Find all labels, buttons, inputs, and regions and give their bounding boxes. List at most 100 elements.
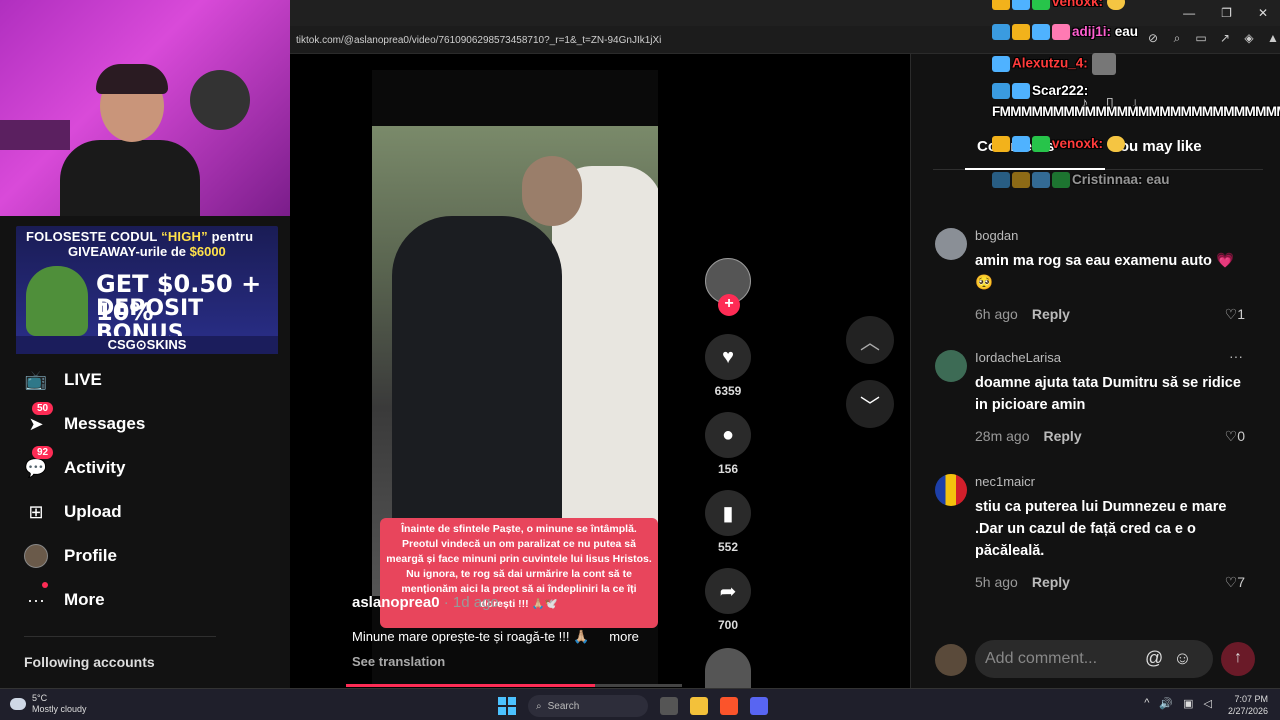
- comment-action[interactable]: ● 156: [704, 412, 752, 476]
- robot-icon: [1032, 172, 1050, 189]
- chevron-up-icon[interactable]: ︿: [846, 316, 894, 364]
- webcam-feed: [0, 0, 290, 216]
- weather-widget[interactable]: 5°C Mostly cloudy: [10, 693, 87, 715]
- comment-text: amin ma rog sa eau examenu auto 💗 🥺: [975, 253, 1234, 291]
- file-explorer-icon[interactable]: [690, 697, 708, 715]
- video-author[interactable]: aslanoprea0 · 1d ago: [352, 594, 499, 611]
- sword-icon: [992, 24, 1010, 41]
- messages-icon: ➤ 50: [24, 402, 54, 436]
- comment-text: doamne ajuta tata Dumitru să se ridice i…: [975, 375, 1241, 413]
- divider: [24, 636, 216, 637]
- see-translation-link[interactable]: See translation: [352, 654, 445, 669]
- emoji-icon[interactable]: ☺: [1173, 648, 1191, 669]
- microphone: [190, 70, 250, 130]
- comment-like[interactable]: ♡7: [1225, 574, 1245, 591]
- chat-message: venoxk:: [992, 0, 1127, 11]
- like-action[interactable]: ♥ 6359: [704, 334, 752, 398]
- sidebar-item-more[interactable]: ··· More: [24, 582, 105, 614]
- robot-icon: [992, 56, 1010, 72]
- comment-username[interactable]: nec1maicr: [975, 474, 1035, 489]
- comment-like-count: 1: [1237, 306, 1245, 322]
- like-count: 6359: [714, 384, 742, 398]
- share-action[interactable]: ➦ 700: [704, 568, 752, 632]
- mascot-image: [26, 266, 88, 336]
- sound-avatar[interactable]: [705, 648, 751, 688]
- comment-time: 6h ago: [975, 306, 1018, 322]
- comment-count: 156: [717, 462, 739, 476]
- screen: tiktok.com/@aslanoprea0/video/7610906298…: [0, 0, 1280, 720]
- comment-like[interactable]: ♡0: [1225, 428, 1245, 445]
- bookmark-icon[interactable]: ▮: [705, 490, 751, 536]
- taskbar: 5°C Mostly cloudy ⌕ Search ^ 🔊 ▣ ◁ 7:07 P…: [0, 688, 1280, 720]
- sword-icon: [992, 83, 1010, 100]
- volume-icon[interactable]: ◁: [1204, 697, 1212, 710]
- sidebar-item-messages[interactable]: ➤ 50 Messages: [24, 402, 145, 438]
- comment-more-options[interactable]: ···: [1229, 348, 1243, 364]
- follow-button[interactable]: +: [718, 294, 740, 316]
- chat-message: Alexutzu_4:: [992, 53, 1118, 75]
- address-bar[interactable]: tiktok.com/@aslanoprea0/video/7610906298…: [290, 28, 980, 52]
- chevron-down-icon[interactable]: ﹀: [846, 380, 894, 428]
- photo-emote-icon: [1091, 53, 1116, 75]
- mention-icon[interactable]: @: [1145, 648, 1163, 669]
- sponsor-banner: FOLOSESTE CODUL “HIGH” pentru GIVEAWAY-u…: [16, 226, 278, 354]
- comment-like-count: 7: [1237, 574, 1245, 590]
- brave-browser-icon[interactable]: [720, 697, 738, 715]
- sidebar-item-upload[interactable]: ⊞ Upload: [24, 498, 121, 526]
- task-view-icon[interactable]: [660, 697, 678, 715]
- temperature: 5°C: [32, 693, 48, 703]
- chevron-up-icon[interactable]: ^: [1144, 697, 1149, 710]
- heart-icon[interactable]: ♥: [705, 334, 751, 380]
- video-player[interactable]: Înainte de sfintele Paște, o minune se î…: [372, 70, 658, 684]
- sidebar-item-activity[interactable]: 💬 92 Activity: [24, 446, 125, 482]
- save-action[interactable]: ▮ 552: [704, 490, 752, 554]
- discord-icon[interactable]: [750, 697, 768, 715]
- crown-icon: [992, 0, 1010, 11]
- windows-start-icon[interactable]: [498, 697, 516, 715]
- comment-text: stiu ca puterea lui Dumnezeu e mare .Dar…: [975, 499, 1227, 559]
- upload-icon: ⊞: [28, 501, 44, 522]
- comment-icon[interactable]: ●: [705, 412, 751, 458]
- avatar[interactable]: [935, 350, 967, 382]
- crown-icon: [1012, 172, 1030, 189]
- sidebar-item-live[interactable]: 📺 LIVE: [24, 366, 102, 394]
- reply-button[interactable]: Reply: [1032, 306, 1070, 322]
- taskbar-search[interactable]: ⌕ Search: [528, 695, 648, 717]
- speaker-icon[interactable]: 🔊: [1159, 697, 1173, 710]
- following-accounts-header: Following accounts: [24, 654, 155, 670]
- chat-message: FMMMMMMMMMMMMMMMMMMMMMMMMMMM: [992, 104, 1280, 119]
- share-arrow-icon[interactable]: ➦: [705, 568, 751, 614]
- comment-like-count: 0: [1237, 428, 1245, 444]
- romania-flag-avatar[interactable]: [935, 474, 967, 506]
- chat-message: venoxk:: [992, 136, 1127, 153]
- comment-username[interactable]: IordacheLarisa: [975, 350, 1061, 365]
- post-comment-button[interactable]: ↑: [1221, 642, 1255, 676]
- comment-like[interactable]: ♡1: [1225, 306, 1245, 323]
- reply-button[interactable]: Reply: [1032, 574, 1070, 590]
- sword-icon: [992, 172, 1010, 189]
- chat-message: Scar222:: [992, 83, 1088, 100]
- video-description: Minune mare oprește-te și roagă-te !!! 🙏…: [352, 629, 639, 644]
- video-caption-overlay: Înainte de sfintele Paște, o minune se î…: [380, 518, 658, 628]
- avatar: [935, 644, 967, 676]
- search-icon: ⌕: [536, 700, 542, 712]
- messages-badge: 50: [32, 402, 54, 415]
- robot-icon: [1032, 24, 1050, 41]
- network-icon[interactable]: ▣: [1183, 697, 1193, 710]
- sidebar-item-profile[interactable]: Profile: [24, 542, 117, 570]
- cloud-icon: [10, 698, 26, 710]
- share-count: 700: [717, 618, 739, 632]
- system-tray: ^ 🔊 ▣ ◁: [1144, 697, 1212, 710]
- comment-item: IordacheLarisa ··· doamne ajuta tata Dum…: [935, 348, 1255, 450]
- reply-button[interactable]: Reply: [1043, 428, 1081, 444]
- clock[interactable]: 7:07 PM 2/27/2026: [1228, 693, 1268, 717]
- avatar[interactable]: [935, 228, 967, 260]
- video-progress-bar[interactable]: [346, 684, 682, 687]
- url-text[interactable]: tiktok.com/@aslanoprea0/video/7610906298…: [296, 35, 661, 46]
- comment-username[interactable]: bogdan: [975, 228, 1018, 243]
- progress-fill: [346, 684, 595, 687]
- live-tv-icon: 📺: [24, 369, 48, 390]
- robot-icon: [1012, 136, 1030, 153]
- comment-time: 28m ago: [975, 428, 1030, 444]
- more-link[interactable]: more: [609, 629, 639, 644]
